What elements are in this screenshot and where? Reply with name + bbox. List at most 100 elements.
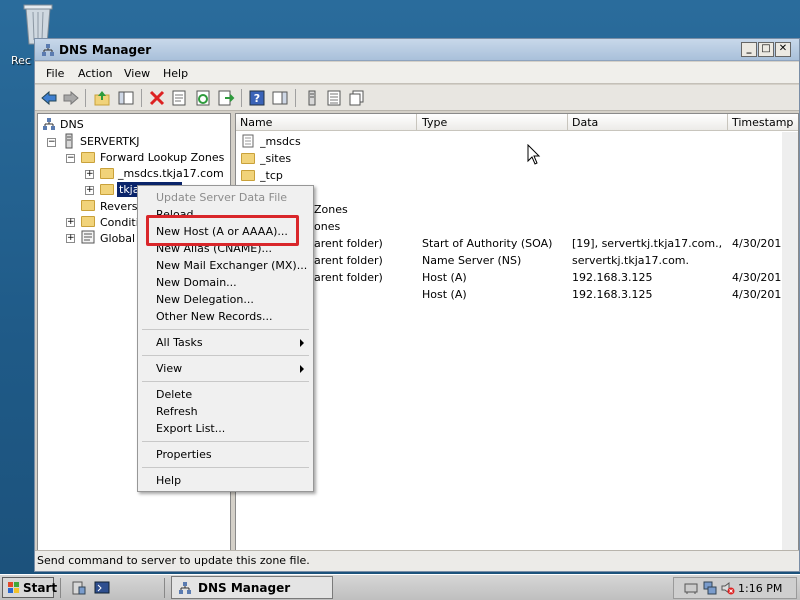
- menu-help[interactable]: Help: [163, 67, 188, 80]
- list-item-timestamp: 4/30/2015 1:: [732, 288, 782, 301]
- toolbar-separator: [241, 89, 242, 107]
- menu-item-view[interactable]: View: [156, 362, 182, 375]
- close-button[interactable]: ✕: [775, 42, 791, 57]
- folder-icon: [241, 153, 255, 164]
- column-header-data[interactable]: Data: [572, 116, 598, 129]
- document-folder-icon: [242, 134, 254, 148]
- taskbar-item-dns-manager[interactable]: DNS Manager: [171, 576, 333, 599]
- list-item-name[interactable]: Zones: [314, 203, 348, 216]
- server-icon: [65, 133, 73, 149]
- taskbar-item-label: DNS Manager: [198, 581, 291, 595]
- column-header-name[interactable]: Name: [240, 116, 272, 129]
- menu-item-new-delegation[interactable]: New Delegation...: [156, 293, 254, 306]
- title-bar[interactable]: DNS Manager _ □ ✕: [35, 39, 799, 61]
- back-icon[interactable]: [40, 89, 58, 107]
- menu-separator: [142, 441, 309, 442]
- tree-item-forward-lookup-zones[interactable]: Forward Lookup Zones: [100, 151, 224, 164]
- server-manager-icon[interactable]: [71, 580, 87, 596]
- svg-text:?: ?: [254, 92, 260, 105]
- start-button[interactable]: Start: [2, 577, 58, 598]
- column-header-type[interactable]: Type: [422, 116, 447, 129]
- menu-item-delete[interactable]: Delete: [156, 388, 192, 401]
- menu-separator: [142, 329, 309, 330]
- menu-action[interactable]: Action: [78, 67, 112, 80]
- menu-item-new-mail-exchanger[interactable]: New Mail Exchanger (MX)...: [156, 259, 307, 272]
- minimize-button[interactable]: _: [741, 42, 757, 57]
- global-logs-icon: [81, 230, 95, 244]
- folder-icon: [81, 216, 95, 227]
- menu-file[interactable]: File: [46, 67, 64, 80]
- list-item-data: 192.168.3.125: [572, 288, 653, 301]
- list-item-timestamp: 4/30/2015 1:: [732, 271, 782, 284]
- menu-item-new-domain[interactable]: New Domain...: [156, 276, 237, 289]
- menu-item-all-tasks[interactable]: All Tasks: [156, 336, 203, 349]
- powershell-icon[interactable]: [94, 580, 110, 596]
- list-item-name[interactable]: arent folder): [314, 237, 383, 250]
- list-item-name[interactable]: _sites: [260, 152, 291, 165]
- list-item-data: servertkj.tkja17.com.: [572, 254, 690, 267]
- menu-item-refresh[interactable]: Refresh: [156, 405, 198, 418]
- up-folder-icon[interactable]: [93, 89, 111, 107]
- show-hide-tree-icon[interactable]: [117, 89, 135, 107]
- collapse-toggle-icon[interactable]: −: [47, 138, 56, 147]
- list-item-name[interactable]: arent folder): [314, 254, 383, 267]
- forward-icon[interactable]: [62, 89, 80, 107]
- volume-muted-icon[interactable]: [721, 581, 735, 595]
- toolbar-separator: [141, 89, 142, 107]
- dns-manager-app-icon: [179, 582, 191, 594]
- refresh-icon[interactable]: [194, 89, 212, 107]
- help-icon[interactable]: ?: [248, 89, 266, 107]
- column-header-timestamp[interactable]: Timestamp: [732, 116, 793, 129]
- list-item-name[interactable]: ones: [314, 220, 340, 233]
- network-icon[interactable]: [703, 581, 717, 595]
- record-list: Name Type Data Timestamp _msdcs _sites _…: [235, 113, 799, 553]
- list-item-name[interactable]: _tcp: [260, 169, 283, 182]
- list-item-type: Host (A): [422, 288, 467, 301]
- list-item-name[interactable]: _msdcs: [260, 135, 301, 148]
- highlight-annotation-box: [146, 215, 299, 246]
- maximize-button[interactable]: □: [758, 42, 774, 57]
- expand-toggle-icon[interactable]: +: [66, 218, 75, 227]
- expand-toggle-icon[interactable]: +: [66, 234, 75, 243]
- zone-icon: [100, 168, 114, 179]
- properties-icon[interactable]: [170, 89, 188, 107]
- server-icon[interactable]: [303, 89, 321, 107]
- dns-root-icon: [43, 118, 55, 130]
- submenu-arrow-icon: [300, 339, 304, 347]
- folder-icon: [81, 152, 95, 163]
- column-divider[interactable]: [416, 114, 417, 131]
- submenu-arrow-icon: [300, 365, 304, 373]
- zone-list-icon[interactable]: [325, 89, 343, 107]
- copy-icon[interactable]: [348, 89, 366, 107]
- delete-icon[interactable]: [148, 89, 166, 107]
- list-item-name[interactable]: arent folder): [314, 271, 383, 284]
- dns-manager-app-icon: [42, 44, 54, 56]
- start-label: Start: [23, 581, 58, 595]
- expand-toggle-icon[interactable]: +: [85, 186, 94, 195]
- menu-item-export-list[interactable]: Export List...: [156, 422, 225, 435]
- list-item-timestamp: 4/30/2015 1:: [732, 237, 782, 250]
- taskbar-clock[interactable]: 1:16 PM: [738, 582, 782, 595]
- tree-item-msdcs-zone[interactable]: _msdcs.tkja17.com: [118, 167, 224, 180]
- tree-item-dns[interactable]: DNS: [60, 118, 84, 131]
- menu-item-properties[interactable]: Properties: [156, 448, 212, 461]
- list-item-data: [19], servertkj.tkja17.com.,...: [572, 237, 722, 250]
- list-item-type: Host (A): [422, 271, 467, 284]
- column-divider[interactable]: [567, 114, 568, 131]
- toolbar-separator: [85, 89, 86, 107]
- taskbar: Start DNS Manager 1:16 PM: [0, 574, 800, 600]
- action-pane-icon[interactable]: [271, 89, 289, 107]
- export-icon[interactable]: [217, 89, 235, 107]
- vertical-scrollbar[interactable]: [782, 132, 798, 552]
- menu-item-other-new-records[interactable]: Other New Records...: [156, 310, 272, 323]
- menu-separator: [142, 355, 309, 356]
- collapse-toggle-icon[interactable]: −: [66, 154, 75, 163]
- menu-view[interactable]: View: [124, 67, 150, 80]
- list-item-data: 192.168.3.125: [572, 271, 653, 284]
- tree-item-server[interactable]: SERVERTKJ: [80, 135, 139, 148]
- status-text: Send command to server to update this zo…: [37, 554, 310, 567]
- column-divider[interactable]: [727, 114, 728, 131]
- expand-toggle-icon[interactable]: +: [85, 170, 94, 179]
- system-tray-icon[interactable]: [684, 581, 698, 595]
- menu-item-help[interactable]: Help: [156, 474, 181, 487]
